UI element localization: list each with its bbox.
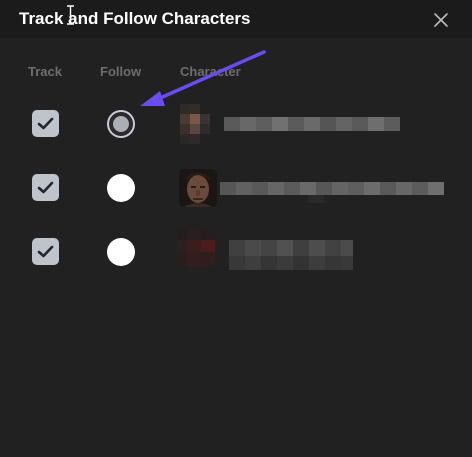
track-checkbox[interactable] [32, 238, 59, 265]
text-cursor-icon [67, 5, 74, 25]
track-checkbox[interactable] [32, 174, 59, 201]
character-row [0, 168, 472, 208]
close-icon [434, 13, 448, 27]
character-name-redacted [220, 182, 444, 203]
track-checkbox[interactable] [32, 110, 59, 137]
follow-radio[interactable] [107, 174, 135, 202]
checkmark-icon [37, 181, 54, 194]
column-header-follow: Follow [100, 64, 142, 79]
character-name-redacted [229, 240, 353, 270]
close-button[interactable] [431, 10, 451, 30]
column-header-track: Track [28, 64, 62, 79]
column-header-character: Character [180, 64, 241, 79]
follow-radio[interactable] [107, 110, 135, 138]
character-row [0, 228, 472, 272]
follow-radio[interactable] [107, 238, 135, 266]
character-row [0, 104, 472, 144]
checkmark-icon [37, 117, 54, 130]
checkmark-icon [37, 245, 54, 258]
radio-selected-dot [113, 116, 129, 132]
dialog-title: Track and Follow Characters [19, 9, 251, 28]
title-bar: Track and Follow Characters [0, 0, 472, 38]
track-follow-dialog: Track and Follow Characters Track Follow… [0, 0, 472, 457]
character-name-redacted [224, 117, 400, 131]
